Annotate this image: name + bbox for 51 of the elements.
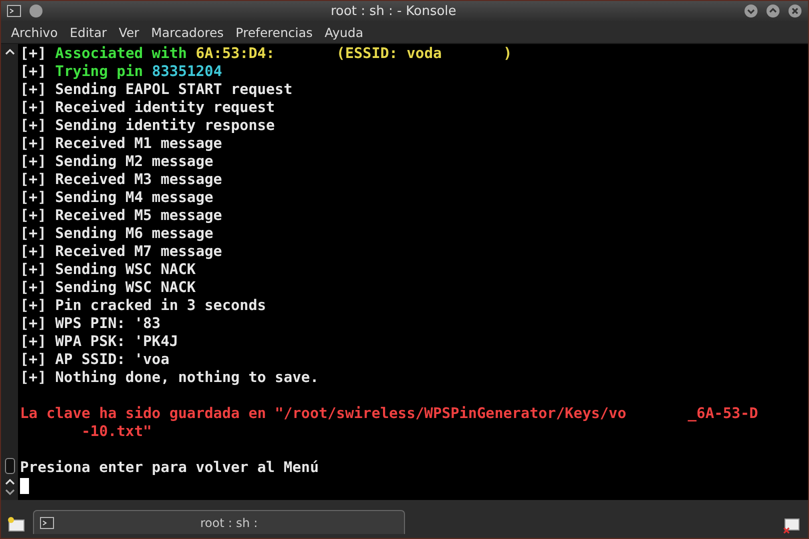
close-tab-icon[interactable]	[782, 516, 802, 534]
scroll-thumb[interactable]	[4, 458, 14, 474]
scroll-up-icon[interactable]	[4, 48, 14, 55]
pin-button-icon[interactable]	[29, 4, 43, 18]
terminal-text: [+] Received M7 message	[20, 243, 222, 261]
terminal-text: La clave ha sido guardada en "/root/swireless/WPSPinGenerator/Keys/vo	[20, 405, 626, 423]
terminal-text: 6A:53:D4:	[196, 45, 275, 63]
terminal-text: [+] Sending identity response	[20, 117, 275, 135]
terminal-tab[interactable]: root : sh :	[33, 510, 405, 534]
terminal-text: [+] AP SSID: 'voa	[20, 351, 170, 369]
terminal-icon	[7, 5, 21, 17]
terminal-text: [+] Sending WSC NACK	[20, 279, 196, 297]
minimize-icon[interactable]	[744, 4, 758, 18]
terminal-text: _6A-53-D	[686, 405, 758, 423]
terminal-text: [+] Received M3 message	[20, 171, 222, 189]
menu-item[interactable]: Archivo	[5, 24, 64, 40]
scrollbar[interactable]	[1, 44, 18, 500]
terminal-text: )	[502, 45, 512, 63]
scroll-down-icon[interactable]	[4, 489, 14, 496]
terminal-text: [+] Pin cracked in 3 seconds	[20, 297, 266, 315]
text-cursor	[20, 478, 29, 494]
terminal-text: Presiona enter para volver al Menú	[20, 459, 319, 477]
close-icon[interactable]	[788, 4, 802, 18]
terminal-text: [+] Sending M4 message	[20, 189, 214, 207]
terminal-text: 83351204	[152, 63, 222, 81]
terminal-text: [+] WPS PIN: '83	[20, 315, 161, 333]
terminal-text: [+]	[20, 45, 48, 63]
terminal-text: [+] Received M5 message	[20, 207, 222, 225]
terminal-icon	[40, 516, 54, 528]
menu-item[interactable]: Editar	[64, 24, 113, 40]
scroll-up-icon[interactable]	[4, 478, 14, 485]
terminal-text: [+] Sending M6 message	[20, 225, 214, 243]
terminal-text: [+] Nothing done, nothing to save.	[20, 369, 319, 387]
terminal-text: [+] Received identity request	[20, 99, 275, 117]
menu-item[interactable]: Ver	[112, 24, 146, 40]
window-title: root : sh : - Konsole	[330, 4, 458, 18]
menu-item[interactable]: Ayuda	[318, 24, 370, 40]
terminal-text: Trying pin	[55, 63, 144, 81]
menu-item[interactable]: Preferencias	[230, 24, 319, 40]
maximize-icon[interactable]	[766, 4, 780, 18]
menu-item[interactable]: Marcadores	[145, 24, 230, 40]
terminal-text: [+] WPA PSK: 'PK4J	[20, 333, 178, 351]
terminal-text: -10.txt"	[80, 423, 152, 441]
new-tab-icon[interactable]	[7, 516, 27, 534]
terminal-text: Associated with	[55, 45, 188, 63]
terminal-text: [+] Received M1 message	[20, 135, 222, 153]
terminal-text: [+] Sending M2 message	[20, 153, 214, 171]
terminal-text: (ESSID: voda	[335, 45, 442, 63]
terminal-text: [+]	[20, 63, 48, 81]
terminal-text: [+] Sending EAPOL START request	[20, 81, 292, 99]
terminal-text: [+] Sending WSC NACK	[20, 261, 196, 279]
